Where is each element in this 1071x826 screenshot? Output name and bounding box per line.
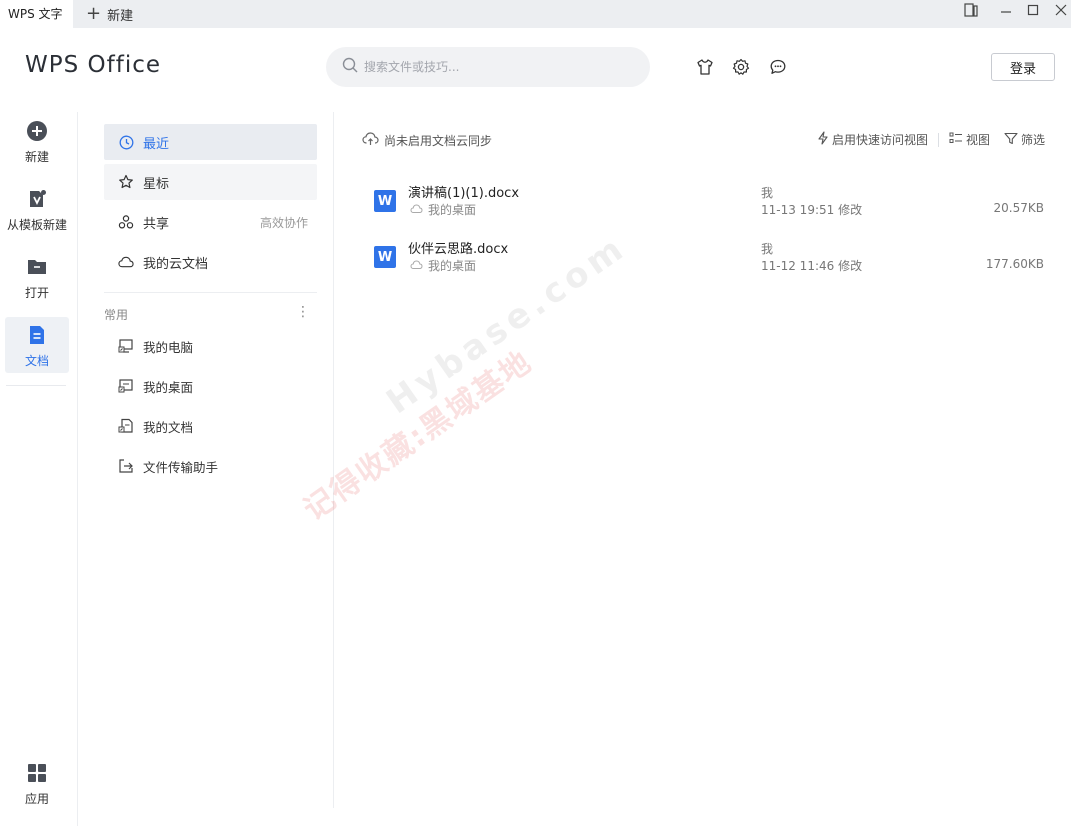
wps-home-window: WPS 文字 + 新建 WPS Office 登录 bbox=[0, 0, 1071, 826]
rail-open[interactable]: 打开 bbox=[0, 256, 74, 312]
file-size: 20.57KB bbox=[993, 201, 1044, 215]
toolbar-divider bbox=[937, 132, 939, 147]
panel-divider bbox=[333, 112, 334, 808]
rail-from-template-label: 从模板新建 bbox=[6, 218, 67, 232]
file-owner: 我 bbox=[761, 242, 774, 256]
desktop-shortcut-icon bbox=[118, 378, 134, 394]
rail-documents-label: 文档 bbox=[24, 354, 49, 368]
nav-item-recent-label: 最近 bbox=[143, 136, 170, 152]
quick-access-button[interactable]: 启用快速访问视图 bbox=[817, 131, 928, 148]
file-row[interactable]: W 伙伴云思路.docx 我的桌面 我 11-12 11:46 修改 177.6… bbox=[362, 238, 1052, 288]
documents-shortcut-icon bbox=[118, 418, 134, 434]
star-icon bbox=[118, 174, 134, 190]
rail-new[interactable]: 新建 bbox=[0, 120, 74, 176]
feedback-icon[interactable] bbox=[768, 57, 788, 77]
file-list-toolbar: 启用快速访问视图 视图 筛选 bbox=[817, 131, 1045, 148]
new-tab-button[interactable]: + 新建 bbox=[86, 0, 133, 28]
file-modified-time: 11-12 11:46 修改 bbox=[761, 259, 863, 273]
file-location: 我的桌面 bbox=[410, 201, 476, 218]
cloud-sync-status[interactable]: 尚未启用文档云同步 bbox=[362, 131, 492, 149]
rail-divider bbox=[6, 385, 66, 386]
share-icon bbox=[118, 214, 134, 230]
file-name: 演讲稿(1)(1).docx bbox=[408, 186, 520, 201]
wps-logo: WPS Office bbox=[25, 52, 162, 78]
tab-wps-writer[interactable]: WPS 文字 bbox=[0, 0, 73, 28]
document-icon bbox=[26, 324, 48, 346]
nav-item-starred[interactable]: 星标 bbox=[104, 164, 317, 200]
section-frequent-label: 常用 bbox=[104, 308, 129, 322]
cloud-status-icon bbox=[410, 259, 428, 273]
nav-item-cloud-docs[interactable]: 我的云文档 bbox=[104, 244, 317, 280]
folder-icon bbox=[26, 256, 48, 278]
title-bar: WPS 文字 + 新建 bbox=[0, 0, 1071, 28]
location-my-documents-label: 我的文档 bbox=[143, 419, 194, 435]
tab-label: WPS 文字 bbox=[8, 7, 63, 21]
wps-writer-file-icon: W bbox=[374, 246, 396, 268]
lightning-icon bbox=[817, 131, 832, 148]
wps-writer-file-icon: W bbox=[374, 190, 396, 212]
file-location-label: 我的桌面 bbox=[428, 203, 477, 217]
reading-mode-icon[interactable] bbox=[962, 0, 980, 20]
file-size: 177.60KB bbox=[985, 257, 1044, 271]
template-icon bbox=[26, 188, 48, 210]
nav-item-shared[interactable]: 共享 高效协作 bbox=[104, 204, 317, 240]
rail-from-template[interactable]: 从模板新建 bbox=[0, 188, 74, 244]
minimize-icon[interactable] bbox=[997, 0, 1015, 20]
cloud-upload-icon bbox=[362, 131, 384, 149]
location-my-documents[interactable]: 我的文档 bbox=[104, 408, 317, 444]
location-my-desktop[interactable]: 我的桌面 bbox=[104, 368, 317, 404]
watermark-text: 记得收藏:黑域基地 bbox=[297, 344, 539, 528]
quick-access-label: 启用快速访问视图 bbox=[831, 133, 928, 147]
file-location: 我的桌面 bbox=[410, 257, 476, 274]
location-file-transfer-label: 文件传输助手 bbox=[143, 459, 219, 475]
file-location-label: 我的桌面 bbox=[428, 259, 477, 273]
plus-circle-icon bbox=[26, 120, 48, 142]
search-box[interactable] bbox=[326, 47, 650, 87]
rail-apps-label: 应用 bbox=[24, 792, 49, 806]
file-name: 伙伴云思路.docx bbox=[408, 242, 509, 257]
cloud-icon bbox=[118, 254, 134, 270]
view-label: 视图 bbox=[965, 133, 990, 147]
left-rail: 新建 从模板新建 打开 文档 应用 bbox=[0, 112, 78, 826]
nav-item-starred-label: 星标 bbox=[143, 176, 170, 192]
location-file-transfer[interactable]: 文件传输助手 bbox=[104, 448, 317, 484]
search-input[interactable] bbox=[364, 60, 624, 74]
more-options-icon[interactable]: ⋮ bbox=[296, 305, 310, 319]
plus-icon: + bbox=[86, 3, 102, 24]
filter-button[interactable]: 筛选 bbox=[1004, 131, 1045, 148]
location-my-computer[interactable]: 我的电脑 bbox=[104, 328, 317, 364]
settings-icon[interactable] bbox=[731, 57, 751, 77]
list-view-icon bbox=[949, 132, 966, 147]
location-my-desktop-label: 我的桌面 bbox=[143, 379, 194, 395]
cloud-sync-text: 尚未启用文档云同步 bbox=[384, 133, 493, 148]
nav-item-cloud-docs-label: 我的云文档 bbox=[143, 256, 209, 272]
collaboration-hint: 高效协作 bbox=[259, 215, 308, 230]
transfer-icon bbox=[118, 458, 134, 474]
file-row[interactable]: W 演讲稿(1)(1).docx 我的桌面 我 11-13 19:51 修改 2… bbox=[362, 182, 1052, 232]
new-tab-label: 新建 bbox=[107, 8, 134, 24]
clock-icon bbox=[118, 134, 134, 150]
rail-new-label: 新建 bbox=[24, 150, 49, 164]
maximize-icon[interactable] bbox=[1024, 0, 1042, 20]
rail-documents[interactable]: 文档 bbox=[5, 317, 69, 373]
cloud-status-icon bbox=[410, 203, 428, 217]
skin-icon[interactable] bbox=[695, 57, 715, 77]
location-my-computer-label: 我的电脑 bbox=[143, 339, 194, 355]
filter-label: 筛选 bbox=[1020, 133, 1045, 147]
login-button[interactable]: 登录 bbox=[991, 53, 1055, 81]
nav-divider bbox=[104, 292, 317, 293]
nav-item-recent[interactable]: 最近 bbox=[104, 124, 317, 160]
rail-open-label: 打开 bbox=[24, 286, 49, 300]
close-icon[interactable] bbox=[1052, 0, 1070, 20]
computer-shortcut-icon bbox=[118, 338, 134, 354]
search-icon bbox=[342, 57, 358, 77]
nav-item-shared-label: 共享 bbox=[143, 216, 170, 232]
file-modified-time: 11-13 19:51 修改 bbox=[761, 203, 863, 217]
rail-apps[interactable]: 应用 bbox=[0, 762, 74, 818]
view-button[interactable]: 视图 bbox=[949, 131, 990, 148]
file-owner: 我 bbox=[761, 186, 774, 200]
filter-icon bbox=[1004, 132, 1021, 148]
apps-grid-icon bbox=[26, 762, 48, 784]
